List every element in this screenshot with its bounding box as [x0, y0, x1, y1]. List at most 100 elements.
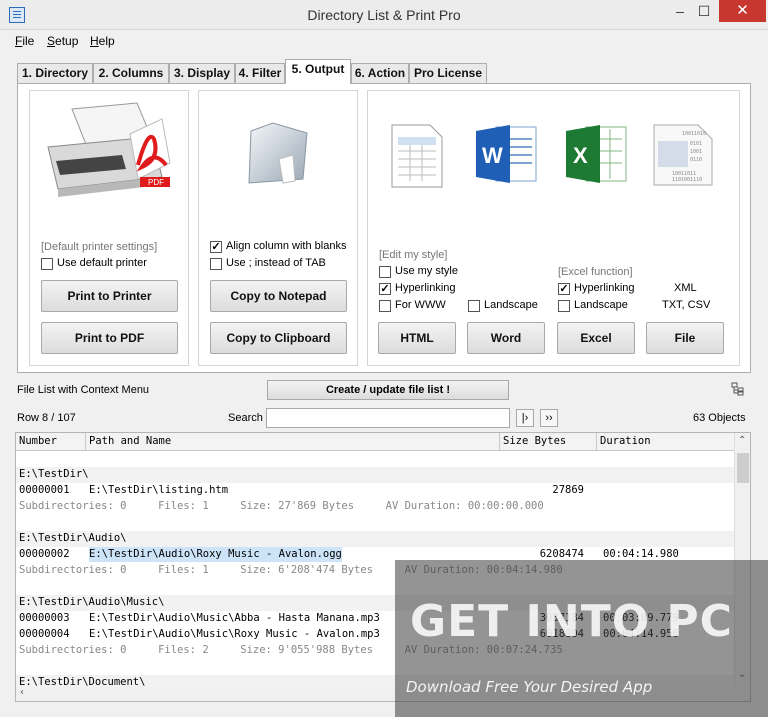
menu-file[interactable]: File [15, 34, 34, 48]
column-number[interactable]: Number [16, 433, 86, 451]
data-file-icon: 10011010010110010110100110111101001110 [653, 124, 713, 186]
title-bar: Directory List & Print Pro – ☐ ✕ [0, 0, 768, 30]
excel-hyperlinking-checkbox[interactable]: ✓ [558, 283, 570, 295]
menu-setup-label: etup [55, 34, 79, 48]
for-www-label: For WWW [395, 299, 446, 311]
txt-csv-label: TXT, CSV [662, 299, 711, 311]
use-default-printer-checkbox[interactable] [41, 258, 53, 270]
objects-count: 63 Objects [693, 412, 746, 424]
excel-icon: X [566, 125, 627, 183]
menu-setup-accel: S [47, 34, 56, 48]
cell-path: E:\TestDir\Audio\Music\Abba - Hasta Mana… [89, 612, 380, 624]
use-default-printer-label: Use default printer [57, 257, 147, 269]
scroll-left-icon[interactable]: ‹ [20, 687, 24, 698]
tab-output[interactable]: 5. Output [285, 59, 351, 84]
html-file-icon [391, 124, 443, 188]
tab-pro-license[interactable]: Pro License [409, 63, 487, 83]
tab-filter[interactable]: 4. Filter [235, 63, 285, 83]
watermark-title: GET INTO PC [410, 596, 733, 647]
table-row[interactable]: 00000001 E:\TestDir\listing.htm 27869 [16, 483, 734, 499]
svg-text:X: X [573, 143, 588, 168]
use-my-style-label: Use my style [395, 265, 458, 277]
xml-label: XML [674, 282, 697, 294]
excel-landscape-checkbox[interactable] [558, 300, 570, 312]
row-counter: Row 8 / 107 [17, 412, 76, 424]
printer-pdf-icon: PDF [47, 102, 171, 197]
output-panel: PDF [Default printer settings] Use defau… [17, 83, 751, 373]
html-hyperlinking-checkbox[interactable]: ✓ [379, 283, 391, 295]
cell-number: 00000001 [19, 484, 70, 496]
word-export-button[interactable]: Word [467, 322, 545, 354]
cell-path: E:\TestDir\Audio\Music\Roxy Music - Aval… [89, 628, 380, 640]
svg-text:0101: 0101 [690, 141, 702, 147]
use-semicolon-label: Use ; instead of TAB [226, 257, 326, 269]
menu-help[interactable]: Help [90, 34, 115, 48]
printer-group: PDF [Default printer settings] Use defau… [29, 90, 189, 366]
cell-path: E:\TestDir\Audio\Roxy Music - Avalon.ogg [89, 547, 342, 562]
menu-help-label: elp [98, 34, 115, 48]
excel-function-label: [Excel function] [558, 266, 633, 278]
find-next-button[interactable]: |› [516, 409, 534, 427]
svg-text:0110: 0110 [690, 157, 702, 163]
spacer-row [16, 451, 734, 467]
word-landscape-checkbox[interactable] [468, 300, 480, 312]
excel-landscape-label: Landscape [574, 299, 628, 311]
pdf-badge-text: PDF [148, 178, 164, 187]
svg-text:1001: 1001 [690, 149, 702, 155]
menu-bar: File Setup Help [0, 31, 768, 51]
html-export-button[interactable]: HTML [378, 322, 456, 354]
copy-group: ✓ Align column with blanks Use ; instead… [198, 90, 358, 366]
scroll-up-icon[interactable]: ⌃ [738, 435, 746, 446]
close-button[interactable]: ✕ [719, 0, 766, 22]
summary-row: Subdirectories: 0 Files: 1 Size: 27'869 … [16, 499, 734, 515]
menu-setup[interactable]: Setup [47, 34, 78, 48]
find-all-button[interactable]: ›› [540, 409, 558, 427]
directory-row: E:\TestDir\ [16, 467, 734, 483]
window-title: Directory List & Print Pro [307, 7, 461, 23]
tab-display[interactable]: 3. Display [169, 63, 235, 83]
watermark-tagline: Download Free Your Desired App [406, 678, 653, 696]
spacer-row [16, 515, 734, 531]
folder-icon [248, 122, 308, 184]
file-list-context-label: File List with Context Menu [17, 384, 150, 396]
html-hyperlinking-label: Hyperlinking [395, 282, 456, 294]
cell-number: 00000003 [19, 612, 70, 624]
file-export-button[interactable]: File [646, 322, 724, 354]
align-column-checkbox[interactable]: ✓ [210, 241, 222, 253]
excel-hyperlinking-label: Hyperlinking [574, 282, 635, 294]
use-semicolon-checkbox[interactable] [210, 258, 222, 270]
word-icon: W [476, 125, 537, 183]
create-update-button[interactable]: Create / update file list ! [267, 380, 509, 400]
directory-row: E:\TestDir\Audio\ [16, 531, 734, 547]
print-to-pdf-button[interactable]: Print to PDF [41, 322, 178, 354]
column-path-name[interactable]: Path and Name [86, 433, 500, 451]
svg-text:1101001110: 1101001110 [672, 177, 702, 183]
align-column-label: Align column with blanks [226, 240, 347, 252]
tab-columns[interactable]: 2. Columns [93, 63, 169, 83]
copy-to-notepad-button[interactable]: Copy to Notepad [210, 280, 347, 312]
directory-path: E:\TestDir\Audio\Music\ [19, 596, 165, 608]
tab-action[interactable]: 6. Action [351, 63, 409, 83]
list-header: Number Path and Name Size Bytes Duration [16, 433, 736, 451]
print-to-printer-button[interactable]: Print to Printer [41, 280, 178, 312]
directory-path: E:\TestDir\Audio\ [19, 532, 127, 544]
tree-view-icon[interactable] [731, 382, 745, 396]
cell-path: E:\TestDir\listing.htm [89, 484, 229, 496]
menu-help-accel: H [90, 34, 99, 48]
default-printer-settings-label: [Default printer settings] [41, 241, 158, 253]
maximize-button[interactable]: ☐ [690, 0, 718, 22]
tab-directory[interactable]: 1. Directory [17, 63, 93, 83]
use-my-style-checkbox[interactable] [379, 266, 391, 278]
svg-text:W: W [482, 143, 503, 168]
menu-file-label: ile [22, 34, 35, 48]
summary-text: Subdirectories: 0 Files: 1 Size: 27'869 … [19, 500, 544, 512]
column-duration[interactable]: Duration [597, 433, 734, 451]
column-size-bytes[interactable]: Size Bytes [500, 433, 597, 451]
excel-export-button[interactable]: Excel [557, 322, 635, 354]
scroll-thumb[interactable] [737, 453, 749, 483]
for-www-checkbox[interactable] [379, 300, 391, 312]
copy-to-clipboard-button[interactable]: Copy to Clipboard [210, 322, 347, 354]
cell-number: 00000002 [19, 548, 70, 560]
search-input[interactable] [266, 408, 510, 428]
export-group: W X 10011010 0101 1001 0110 10011011 11010011… [367, 90, 740, 366]
